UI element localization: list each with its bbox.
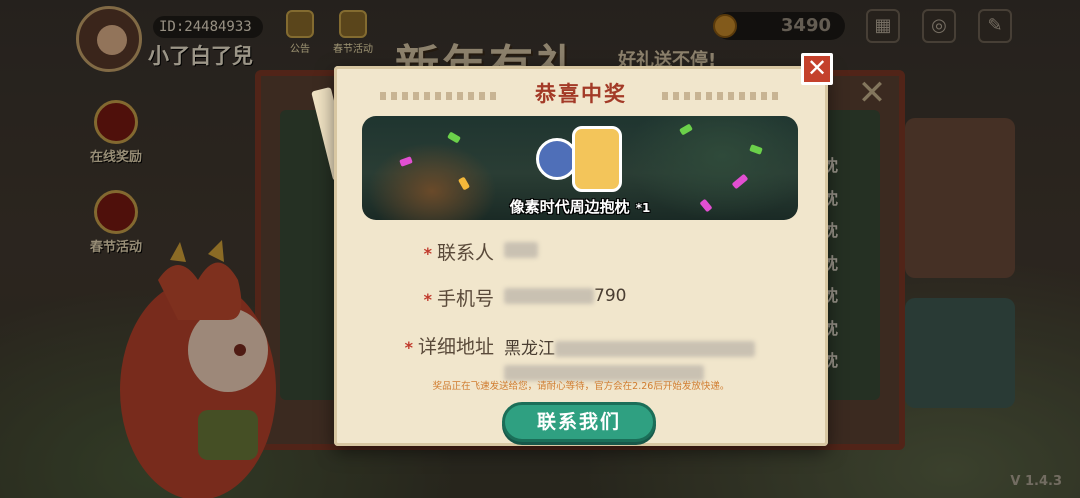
redacted-address xyxy=(555,341,755,357)
prize-banner: 像素时代周边抱枕 *1 xyxy=(362,116,798,220)
contact-row: * 联系人 xyxy=(378,234,798,270)
pillow-character-icon xyxy=(572,126,622,192)
dialog-title: 恭喜中奖 xyxy=(535,82,627,106)
redacted-contact xyxy=(504,242,538,258)
confetti xyxy=(749,144,763,155)
pillow-prize-image xyxy=(536,124,626,196)
phone-field[interactable]: 790 xyxy=(504,286,626,306)
required-mark: * xyxy=(423,244,432,263)
close-dialog-button[interactable]: ✕ xyxy=(801,53,833,85)
contact-label: * 联系人 xyxy=(378,238,494,265)
phone-label-text: 手机号 xyxy=(436,288,494,310)
address-label-text: 详细地址 xyxy=(417,336,494,358)
redacted-phone xyxy=(504,288,594,304)
contact-field[interactable] xyxy=(504,240,538,260)
required-mark: * xyxy=(423,290,432,309)
required-mark: * xyxy=(404,338,413,357)
address-visible-text: 黑龙江 xyxy=(504,339,555,359)
shipping-notice: 奖品正在飞速发送给您，请耐心等待，官方会在2.26后开始发放快递。 xyxy=(432,381,730,392)
prize-quantity: *1 xyxy=(635,201,651,215)
phone-row: * 手机号 790 xyxy=(378,280,798,316)
close-icon: ✕ xyxy=(806,54,828,82)
confetti xyxy=(731,173,749,190)
contact-label-text: 联系人 xyxy=(436,242,494,264)
contact-us-button[interactable]: 联系我们 xyxy=(502,402,656,442)
prize-name: 像素时代周边抱枕 *1 xyxy=(362,196,798,217)
address-field[interactable]: 黑龙江 xyxy=(504,334,794,381)
prize-dialog: 恭喜中奖 像素时代周边抱枕 *1 * 联系人 * 手机号 790 * 详细地址 黑龙江 … xyxy=(334,66,828,446)
confetti xyxy=(399,156,413,167)
prize-name-text: 像素时代周边抱枕 xyxy=(509,198,630,216)
address-label: * 详细地址 xyxy=(378,332,494,359)
phone-label: * 手机号 xyxy=(378,284,494,311)
phone-visible-digits: 790 xyxy=(594,286,627,306)
confetti xyxy=(679,123,693,136)
address-row: * 详细地址 黑龙江 xyxy=(378,328,798,381)
confetti xyxy=(447,131,461,144)
confetti xyxy=(457,176,471,191)
